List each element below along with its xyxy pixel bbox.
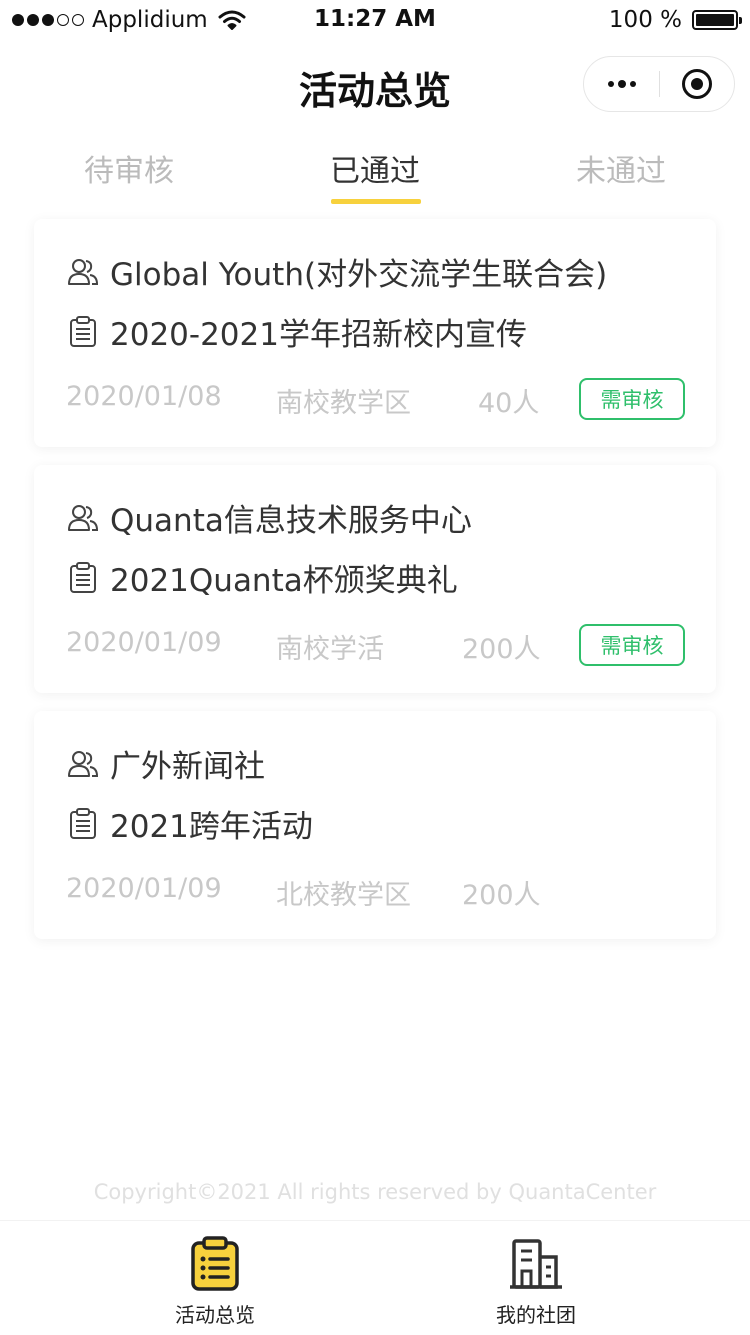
- activity-date: 2020/01/09: [66, 873, 222, 904]
- status-tabs: 待审核 已通过 未通过: [0, 128, 750, 208]
- battery-percent: 100 %: [608, 7, 682, 33]
- users-icon: [68, 750, 99, 777]
- activity-title: 2021跨年活动: [110, 809, 313, 845]
- clipboard-icon: [70, 807, 96, 839]
- tabbar-item-overview[interactable]: 活动总览: [115, 1235, 315, 1328]
- close-miniprogram-icon[interactable]: [682, 69, 712, 99]
- battery-icon: [692, 10, 742, 30]
- clipboard-list-icon: [191, 1236, 239, 1291]
- more-options-icon[interactable]: [584, 57, 660, 111]
- tab-approved[interactable]: 已通过: [300, 146, 450, 190]
- activity-card[interactable]: Quanta信息技术服务中心 2021Quanta杯颁奖典礼 2020/01/0…: [34, 465, 716, 693]
- title-row: 2021Quanta杯颁奖典礼: [66, 555, 458, 600]
- title-row: 2021跨年活动: [66, 801, 313, 846]
- activity-count: 200人: [462, 634, 541, 665]
- building-icon: [510, 1239, 562, 1289]
- tab-pending[interactable]: 待审核: [54, 146, 204, 190]
- activity-count: 200人: [462, 880, 541, 911]
- activity-count: 40人: [478, 388, 540, 419]
- activity-place: 南校教学区: [276, 388, 411, 419]
- users-icon: [68, 258, 99, 285]
- activity-date: 2020/01/08: [66, 381, 222, 412]
- miniprogram-capsule: [583, 56, 735, 112]
- club-row: Quanta信息技术服务中心: [66, 495, 472, 540]
- navigation-bar: 活动总览: [0, 42, 750, 128]
- active-tab-indicator: [331, 199, 421, 204]
- review-badge[interactable]: 需审核: [579, 378, 685, 420]
- capsule-divider: [659, 71, 660, 97]
- tabbar-label: 活动总览: [175, 1303, 255, 1327]
- activity-place: 南校学活: [276, 634, 384, 665]
- activity-card[interactable]: Global Youth(对外交流学生联合会) 2020-2021学年招新校内宣…: [34, 219, 716, 447]
- club-name: 广外新闻社: [110, 749, 265, 785]
- activity-card[interactable]: 广外新闻社 2021跨年活动 2020/01/09 北校教学区 200人: [34, 711, 716, 939]
- club-row: Global Youth(对外交流学生联合会): [66, 249, 607, 294]
- bottom-tab-bar: 活动总览 我的社团: [0, 1220, 750, 1335]
- review-badge[interactable]: 需审核: [579, 624, 685, 666]
- activity-place: 北校教学区: [276, 880, 411, 911]
- status-bar: Applidium 11:27 AM 100 %: [0, 0, 750, 42]
- users-icon: [68, 504, 99, 531]
- clipboard-icon: [70, 315, 96, 347]
- club-name: Quanta信息技术服务中心: [110, 503, 472, 539]
- tab-rejected[interactable]: 未通过: [546, 146, 696, 190]
- status-right: 100 %: [608, 7, 742, 33]
- tabbar-label: 我的社团: [496, 1303, 576, 1327]
- copyright-text: Copyright©2021 All rights reserved by Qu…: [93, 1180, 657, 1204]
- clipboard-icon: [70, 561, 96, 593]
- club-row: 广外新闻社: [66, 741, 265, 786]
- tabbar-item-my-clubs[interactable]: 我的社团: [436, 1235, 636, 1328]
- activity-title: 2020-2021学年招新校内宣传: [110, 317, 527, 353]
- activity-date: 2020/01/09: [66, 627, 222, 658]
- activity-title: 2021Quanta杯颁奖典礼: [110, 563, 458, 599]
- club-name: Global Youth(对外交流学生联合会): [110, 257, 608, 293]
- title-row: 2020-2021学年招新校内宣传: [66, 309, 527, 354]
